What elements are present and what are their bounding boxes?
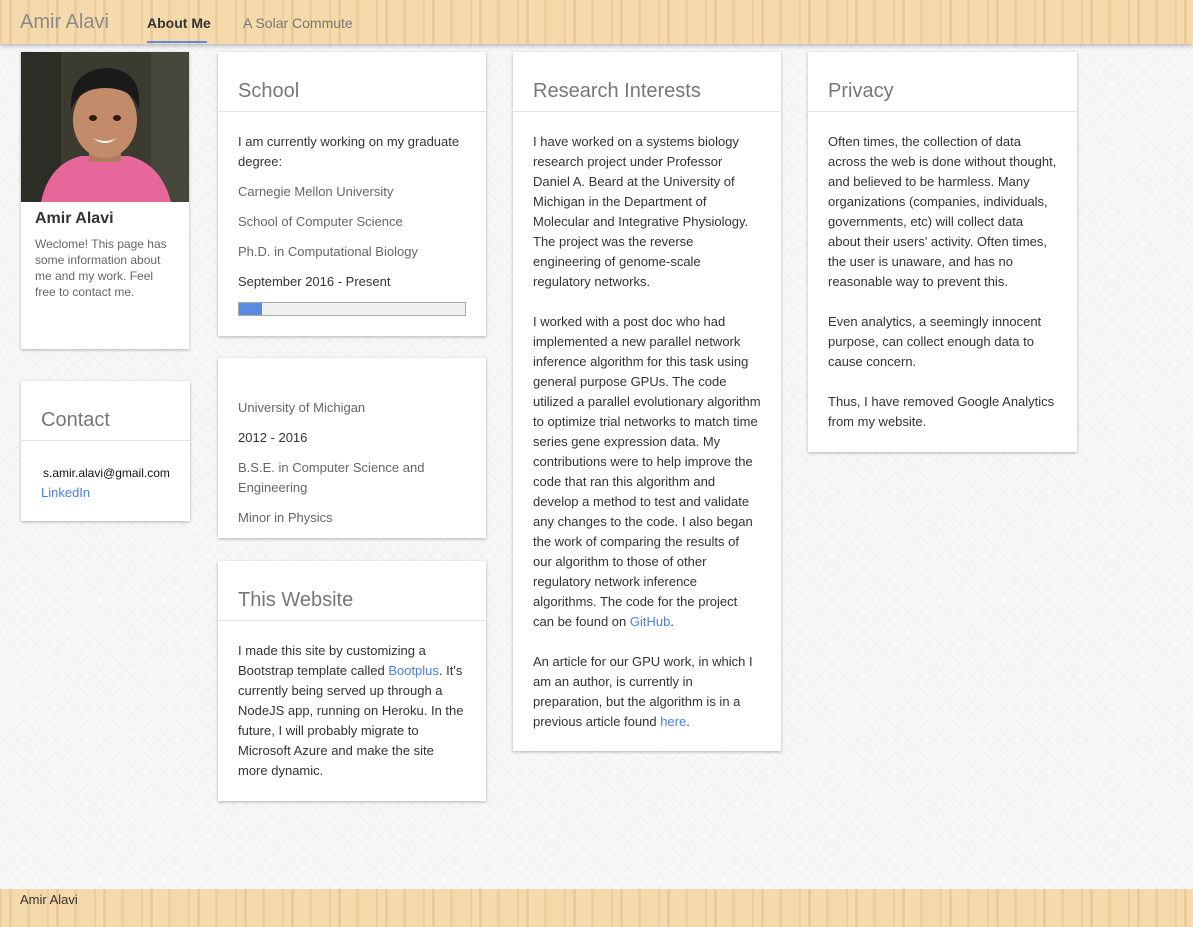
privacy-paragraph-2: Even analytics, a seemingly innocent pur… xyxy=(828,314,1042,369)
github-link[interactable]: GitHub xyxy=(630,614,670,629)
profile-blurb: Weclome! This page has some information … xyxy=(35,237,167,299)
contact-email: s.amir.alavi@gmail.com xyxy=(43,466,170,480)
website-title: This Website xyxy=(218,561,486,621)
privacy-title: Privacy xyxy=(808,52,1077,112)
degree-progress-fill xyxy=(239,303,262,315)
profile-card: Amir Alavi Weclome! This page has some i… xyxy=(21,52,189,349)
article-here-link[interactable]: here xyxy=(660,714,686,729)
research-paragraph-2: I worked with a post doc who had impleme… xyxy=(533,314,761,629)
profile-name: Amir Alavi xyxy=(35,210,114,227)
navbar: Amir Alavi About Me A Solar Commute xyxy=(0,0,1193,44)
research-title: Research Interests xyxy=(513,52,781,112)
footer-text: Amir Alavi xyxy=(20,892,78,907)
school-card: School I am currently working on my grad… xyxy=(218,52,486,336)
research-paragraph-3: An article for our GPU work, in which I … xyxy=(533,654,753,729)
undergrad-dates: 2012 - 2016 xyxy=(238,430,308,445)
privacy-paragraph-1: Often times, the collection of data acro… xyxy=(828,134,1057,289)
profile-photo xyxy=(21,52,189,202)
undergrad-university: University of Michigan xyxy=(238,400,366,415)
active-tab-indicator xyxy=(147,41,207,43)
linkedin-link[interactable]: LinkedIn xyxy=(41,485,90,500)
research-paragraph-1: I have worked on a systems biology resea… xyxy=(533,134,749,289)
degree-progress-bar xyxy=(238,302,466,316)
contact-title: Contact xyxy=(21,381,190,441)
school-title: School xyxy=(218,52,486,112)
school-university: Carnegie Mellon University xyxy=(238,184,394,199)
privacy-paragraph-3: Thus, I have removed Google Analytics fr… xyxy=(828,394,1055,429)
bootplus-link[interactable]: Bootplus xyxy=(388,663,439,678)
nav-link-about-me[interactable]: About Me xyxy=(147,15,211,31)
website-card: This Website I made this site by customi… xyxy=(218,561,486,801)
privacy-card: Privacy Often times, the collection of d… xyxy=(808,52,1077,452)
undergrad-card: University of Michigan 2012 - 2016 B.S.E… xyxy=(218,358,486,538)
brand-link[interactable]: Amir Alavi xyxy=(20,11,109,34)
undergrad-degree: B.S.E. in Computer Science and Engineeri… xyxy=(238,460,425,495)
website-text: I made this site by customizing a Bootst… xyxy=(238,643,464,778)
contact-card: Contact s.amir.alavi@gmail.com LinkedIn xyxy=(21,381,190,521)
school-degree: Ph.D. in Computational Biology xyxy=(238,244,418,259)
research-card: Research Interests I have worked on a sy… xyxy=(513,52,781,751)
school-intro: I am currently working on my graduate de… xyxy=(238,134,460,169)
nav-link-solar-commute[interactable]: A Solar Commute xyxy=(243,15,353,31)
undergrad-minor: Minor in Physics xyxy=(238,510,333,525)
school-dates: September 2016 - Present xyxy=(238,274,391,289)
footer: Amir Alavi xyxy=(0,889,1193,927)
school-college: School of Computer Science xyxy=(238,214,403,229)
person-portrait-icon xyxy=(21,52,189,202)
